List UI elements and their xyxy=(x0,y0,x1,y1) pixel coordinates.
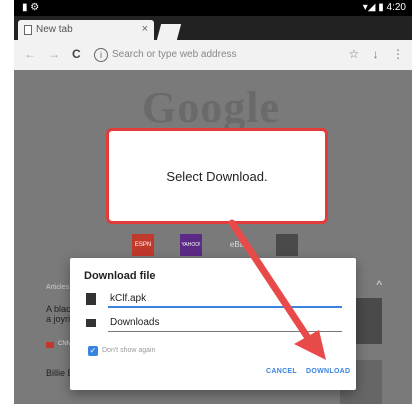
cnn-icon xyxy=(46,342,54,348)
filename-field[interactable]: kClf.apk xyxy=(84,290,342,308)
signal-battery-icons: ▾◢ ▮ xyxy=(362,2,384,13)
tile-generic[interactable] xyxy=(276,234,298,256)
dont-show-again-label: Don't show again xyxy=(102,347,156,354)
tab-strip: New tab × xyxy=(14,16,412,40)
download-icon[interactable]: ↓ xyxy=(373,47,379,61)
dont-show-again-checkbox[interactable]: ✓ xyxy=(88,346,98,356)
status-right: ▾◢ ▮ 4:20 xyxy=(363,2,406,13)
filename-underline xyxy=(108,306,342,308)
toolbar: ← → C i Search or type web address ☆ ↓ ⋮ xyxy=(14,40,412,70)
menu-icon[interactable]: ⋮ xyxy=(392,47,404,61)
tile-espn[interactable]: ESPN xyxy=(132,234,154,256)
tab-title: New tab xyxy=(36,24,73,35)
star-icon[interactable]: ☆ xyxy=(349,47,360,61)
new-tab-button[interactable] xyxy=(156,24,182,40)
file-icon xyxy=(86,293,96,305)
toolbar-right-icons: ☆ ↓ ⋮ xyxy=(349,47,404,61)
download-button[interactable]: DOWNLOAD xyxy=(306,368,350,375)
folder-value: Downloads xyxy=(110,317,160,328)
address-bar[interactable]: i Search or type web address xyxy=(94,45,314,65)
page-icon xyxy=(24,25,32,35)
tile-yahoo[interactable]: YAHOO! xyxy=(180,234,202,256)
tile-ebay[interactable]: eBay xyxy=(228,234,250,256)
status-time: 4:20 xyxy=(386,2,406,13)
back-icon[interactable]: ← xyxy=(24,47,36,61)
reload-icon[interactable]: C xyxy=(72,47,81,61)
forward-icon[interactable]: → xyxy=(48,47,60,61)
callout-text: Select Download. xyxy=(166,169,268,184)
address-placeholder: Search or type web address xyxy=(112,49,237,60)
close-tab-icon[interactable]: × xyxy=(142,23,148,35)
dialog-title: Download file xyxy=(84,270,156,282)
folder-field[interactable]: Downloads xyxy=(84,314,342,332)
filename-value: kClf.apk xyxy=(110,293,147,304)
status-left-icons: ▮ ⚙ xyxy=(22,2,40,13)
cancel-button[interactable]: CANCEL xyxy=(266,368,297,375)
collapse-caret-icon[interactable]: ^ xyxy=(376,278,382,292)
download-dialog: Download file kClf.apk Downloads ✓ Don't… xyxy=(70,258,356,390)
status-bar: ▮ ⚙ ▾◢ ▮ 4:20 xyxy=(14,0,412,16)
google-logo: Google xyxy=(142,83,280,132)
instruction-callout: Select Download. xyxy=(106,128,328,224)
folder-icon xyxy=(86,319,96,327)
folder-underline xyxy=(108,331,342,332)
info-icon[interactable]: i xyxy=(94,48,108,62)
tab-new-tab[interactable]: New tab × xyxy=(18,20,154,40)
